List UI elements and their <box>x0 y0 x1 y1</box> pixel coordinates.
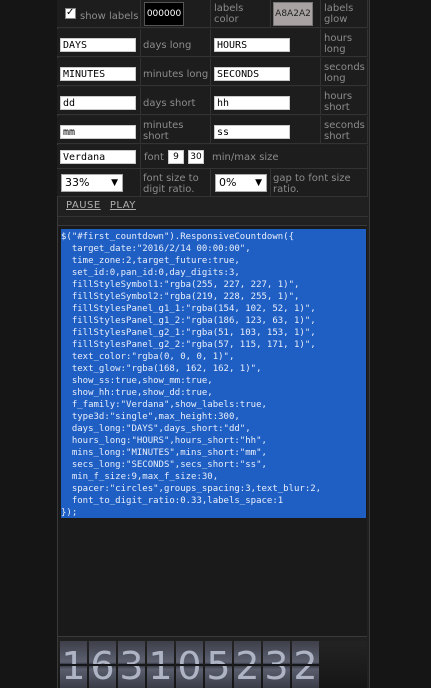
show-labels-checkbox[interactable] <box>65 7 76 19</box>
code-line: show_hh:true,show_dd:true, <box>61 388 213 398</box>
ratio-select[interactable]: 33% ▼ <box>61 174 123 192</box>
days-short-input[interactable]: dd <box>60 96 136 110</box>
code-line: }); <box>61 508 78 518</box>
code-line: min_f_size:9,max_f_size:30, <box>61 472 219 482</box>
code-line: f_family:"Verdana",show_labels:true, <box>61 400 267 410</box>
minutes-long-input[interactable]: MINUTES <box>60 67 136 81</box>
code-line: text_glow:"rgba(168, 162, 162, 1)", <box>61 364 262 374</box>
code-line: fillStyleSymbol2:"rgba(219, 228, 255, 1)… <box>61 292 300 302</box>
code-line: target_date:"2016/2/14 00:00:00", <box>61 244 251 254</box>
code-line: show_ss:true,show_mm:true, <box>61 376 213 386</box>
row-ratios: 33% ▼ font size to digit ratio. 0% ▼ gap… <box>57 169 368 198</box>
code-line: days_long:"DAYS",days_short:"dd", <box>61 424 251 434</box>
code-line: secs_long:"SECONDS",secs_short:"ss", <box>61 460 267 470</box>
hours-long-input[interactable]: HOURS <box>214 38 290 52</box>
countdown-display: 163105232 <box>58 641 367 688</box>
code-line: fillStyleSymbol1:"rgba(255, 227, 227, 1)… <box>61 280 300 290</box>
code-line: set_id:0,pan_id:0,day_digits:3, <box>61 268 240 278</box>
code-line: text_color:"rgba(0, 0, 0, 1)", <box>61 352 235 362</box>
pause-link[interactable]: PAUSE <box>66 200 101 211</box>
code-line: mins_long:"MINUTES",mins_short:"mm", <box>61 448 267 458</box>
countdown-digit: 3 <box>118 641 145 688</box>
row-short-1: dd days short hh hours short <box>57 87 368 116</box>
code-snippet[interactable]: $("#first_countdown").ResponsiveCountdow… <box>61 229 366 518</box>
row-long-1: DAYS days long HOURS hours long <box>57 29 368 58</box>
ratio-label: font size to digit ratio. <box>143 173 199 195</box>
labels-glow-label: labels glow <box>324 3 354 25</box>
gap-label: gap to font size ratio. <box>273 173 351 195</box>
minmax-label: min/max size <box>212 152 279 163</box>
countdown-digit: 3 <box>263 641 290 688</box>
chevron-down-icon: ▼ <box>111 178 118 188</box>
code-line: fillStylesPanel_g2_2:"rgba(57, 115, 171,… <box>61 340 316 350</box>
days-long-label: days long <box>143 40 192 51</box>
show-labels-label: show labels <box>80 11 139 22</box>
row-short-2: mm minutes short ss seconds short <box>57 116 368 145</box>
code-line: fillStylesPanel_g1_2:"rgba(186, 123, 63,… <box>61 316 316 326</box>
code-line: time_zone:2,target_future:true, <box>61 256 240 266</box>
days-long-input[interactable]: DAYS <box>60 38 136 52</box>
row-long-2: MINUTES minutes long SECONDS seconds lon… <box>57 58 368 87</box>
countdown-digit: 1 <box>60 641 87 688</box>
days-short-label: days short <box>143 98 196 109</box>
gap-select[interactable]: 0% ▼ <box>215 174 267 192</box>
play-link[interactable]: PLAY <box>110 200 136 211</box>
code-line: font_to_digit_ratio:0.33,labels_space:1 <box>61 496 284 506</box>
code-line: type3d:"single",max_height:300, <box>61 412 240 422</box>
countdown-digit: 2 <box>292 641 319 688</box>
code-line: hours_long:"HOURS",hours_short:"hh", <box>61 436 267 446</box>
playback-controls: PAUSE PLAY <box>66 200 142 211</box>
countdown-digit: 6 <box>89 641 116 688</box>
font-label: font <box>144 152 164 163</box>
hours-long-label: hours long <box>324 33 353 55</box>
code-area[interactable]: $("#first_countdown").ResponsiveCountdow… <box>58 225 367 637</box>
minutes-long-label: minutes long <box>143 69 209 80</box>
seconds-long-label: seconds long <box>324 62 365 84</box>
seconds-short-label: seconds short <box>324 120 365 142</box>
row-labels: show labels 000000 labels color A8A2A2 l… <box>57 0 368 29</box>
code-line: fillStylesPanel_g2_1:"rgba(51, 103, 153,… <box>61 328 316 338</box>
minutes-short-input[interactable]: mm <box>60 125 136 139</box>
code-line: spacer:"circles",groups_spacing:3,text_b… <box>61 484 322 494</box>
countdown-digit: 5 <box>205 641 232 688</box>
font-min-input[interactable]: 9 <box>168 150 184 164</box>
divider <box>58 216 368 217</box>
countdown-digit: 0 <box>176 641 203 688</box>
row-font: Verdana font 9 30 min/max size <box>57 145 368 169</box>
minutes-short-label: minutes short <box>143 120 184 142</box>
code-line: $("#first_countdown").ResponsiveCountdow… <box>61 232 294 242</box>
chevron-down-icon: ▼ <box>255 178 262 188</box>
labels-color-picker[interactable]: 000000 <box>144 2 184 26</box>
labels-glow-picker[interactable]: A8A2A2 <box>273 2 313 26</box>
seconds-long-input[interactable]: SECONDS <box>214 67 290 81</box>
hours-short-label: hours short <box>324 91 353 113</box>
font-family-input[interactable]: Verdana <box>60 150 136 164</box>
seconds-short-input[interactable]: ss <box>214 125 290 139</box>
font-max-input[interactable]: 30 <box>188 150 204 164</box>
gap-select-value: 0% <box>219 176 237 189</box>
ratio-select-value: 33% <box>65 176 90 189</box>
countdown-digit: 2 <box>234 641 261 688</box>
labels-color-label: labels color <box>214 3 244 25</box>
countdown-digit: 1 <box>147 641 174 688</box>
code-line: fillStylesPanel_g1_1:"rgba(154, 102, 52,… <box>61 304 316 314</box>
hours-short-input[interactable]: hh <box>214 96 290 110</box>
